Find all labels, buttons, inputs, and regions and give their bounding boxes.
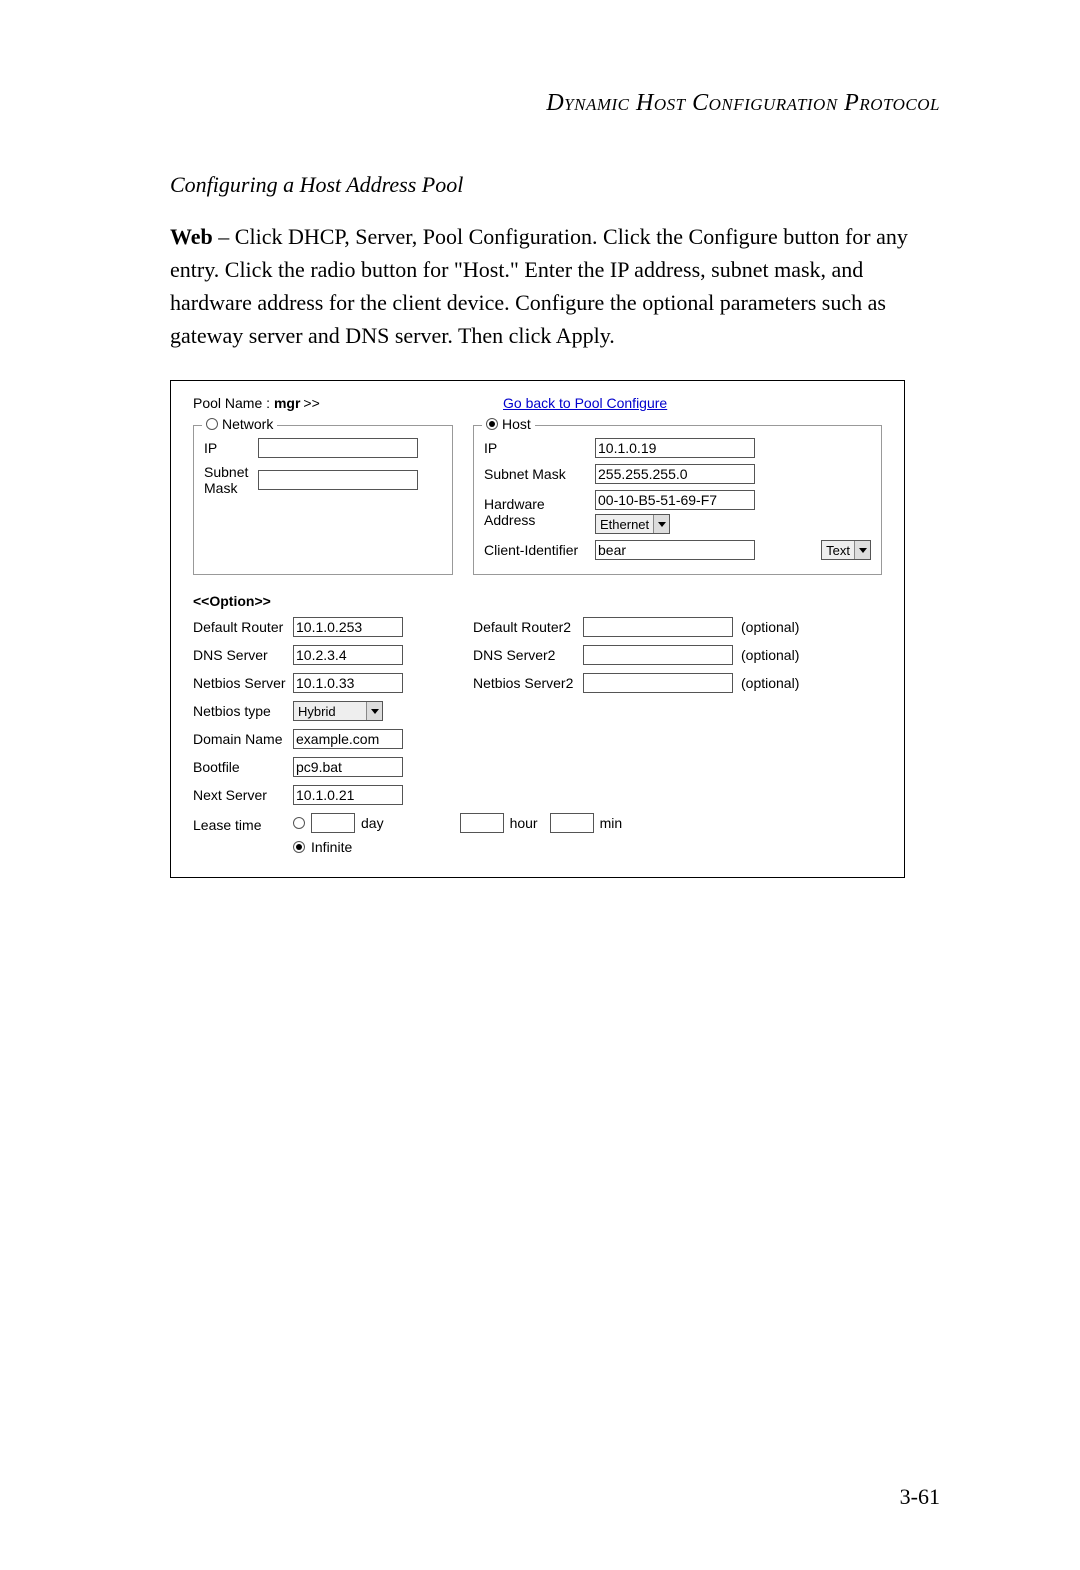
default-router2-input[interactable]: [583, 617, 733, 637]
host-subnet-label: Subnet Mask: [484, 466, 589, 482]
pool-name-label: Pool Name :: [193, 395, 274, 411]
lease-min-unit: min: [600, 815, 623, 831]
netbios-type-value: Hybrid: [298, 704, 336, 719]
optional-hint: (optional): [741, 675, 799, 691]
chevron-down-icon: [653, 515, 669, 533]
network-ip-input[interactable]: [258, 438, 418, 458]
next-server-input[interactable]: 10.1.0.21: [293, 785, 403, 805]
chapter-title: Dynamic Host Configuration Protocol: [170, 90, 940, 117]
default-router2-label: Default Router2: [473, 619, 583, 635]
host-ip-label: IP: [484, 440, 589, 456]
host-ip-input[interactable]: 10.1.0.19: [595, 438, 755, 458]
netbios-type-select[interactable]: Hybrid: [293, 701, 383, 721]
netbios2-label: Netbios Server2: [473, 675, 583, 691]
pool-name-value: mgr: [274, 395, 300, 411]
client-id-input[interactable]: bear: [595, 540, 755, 560]
next-server-label: Next Server: [193, 787, 293, 803]
network-ip-label: IP: [204, 440, 252, 456]
dns2-input[interactable]: [583, 645, 733, 665]
chevron-down-icon: [854, 541, 870, 559]
lease-infinite-radio[interactable]: [293, 841, 305, 853]
default-router-label: Default Router: [193, 619, 293, 635]
dns-label: DNS Server: [193, 647, 293, 663]
body-text: – Click DHCP, Server, Pool Configuration…: [170, 224, 908, 348]
netbios-input[interactable]: 10.1.0.33: [293, 673, 403, 693]
host-fieldset: Host IP 10.1.0.19 Subnet Mask 255.255.25…: [473, 425, 882, 575]
page-number: 3-61: [900, 1484, 940, 1510]
optional-hint: (optional): [741, 619, 799, 635]
pool-name-suffix: >>: [303, 395, 319, 411]
host-hw-type-select[interactable]: Ethernet: [595, 514, 670, 534]
lease-min-input[interactable]: [550, 813, 594, 833]
lease-finite-radio[interactable]: [293, 817, 305, 829]
optional-hint: (optional): [741, 647, 799, 663]
body-paragraph: Web – Click DHCP, Server, Pool Configura…: [170, 220, 940, 352]
host-subnet-input[interactable]: 255.255.255.0: [595, 464, 755, 484]
network-subnet-input[interactable]: [258, 470, 418, 490]
domain-label: Domain Name: [193, 731, 293, 747]
host-radio[interactable]: [486, 418, 498, 430]
host-hw-input[interactable]: 00-10-B5-51-69-F7: [595, 490, 755, 510]
web-label: Web: [170, 224, 213, 249]
bootfile-label: Bootfile: [193, 759, 293, 775]
dns-input[interactable]: 10.2.3.4: [293, 645, 403, 665]
netbios-label: Netbios Server: [193, 675, 293, 691]
lease-infinite-label: Infinite: [311, 839, 352, 855]
dns2-label: DNS Server2: [473, 647, 583, 663]
netbios2-input[interactable]: [583, 673, 733, 693]
lease-day-input[interactable]: [311, 813, 355, 833]
pool-config-panel: Pool Name : mgr>> Go back to Pool Config…: [170, 380, 905, 878]
bootfile-input[interactable]: pc9.bat: [293, 757, 403, 777]
client-id-type-select[interactable]: Text: [821, 540, 871, 560]
chevron-down-icon: [366, 702, 382, 720]
client-id-type-value: Text: [826, 543, 850, 558]
network-radio[interactable]: [206, 418, 218, 430]
lease-hour-input[interactable]: [460, 813, 504, 833]
section-subtitle: Configuring a Host Address Pool: [170, 172, 940, 198]
host-hw-label: Hardware Address: [484, 496, 589, 528]
host-hw-type-value: Ethernet: [600, 517, 649, 532]
lease-day-unit: day: [361, 815, 384, 831]
network-legend: Network: [222, 416, 273, 432]
domain-input[interactable]: example.com: [293, 729, 403, 749]
host-legend: Host: [502, 416, 531, 432]
lease-label: Lease time: [193, 813, 293, 833]
network-fieldset: Network IP Subnet Mask: [193, 425, 453, 575]
back-link[interactable]: Go back to Pool Configure: [503, 395, 667, 411]
netbios-type-label: Netbios type: [193, 703, 293, 719]
option-header: <<Option>>: [193, 593, 882, 609]
client-id-label: Client-Identifier: [484, 542, 589, 558]
lease-hour-unit: hour: [510, 815, 538, 831]
default-router-input[interactable]: 10.1.0.253: [293, 617, 403, 637]
network-subnet-label: Subnet Mask: [204, 464, 252, 496]
